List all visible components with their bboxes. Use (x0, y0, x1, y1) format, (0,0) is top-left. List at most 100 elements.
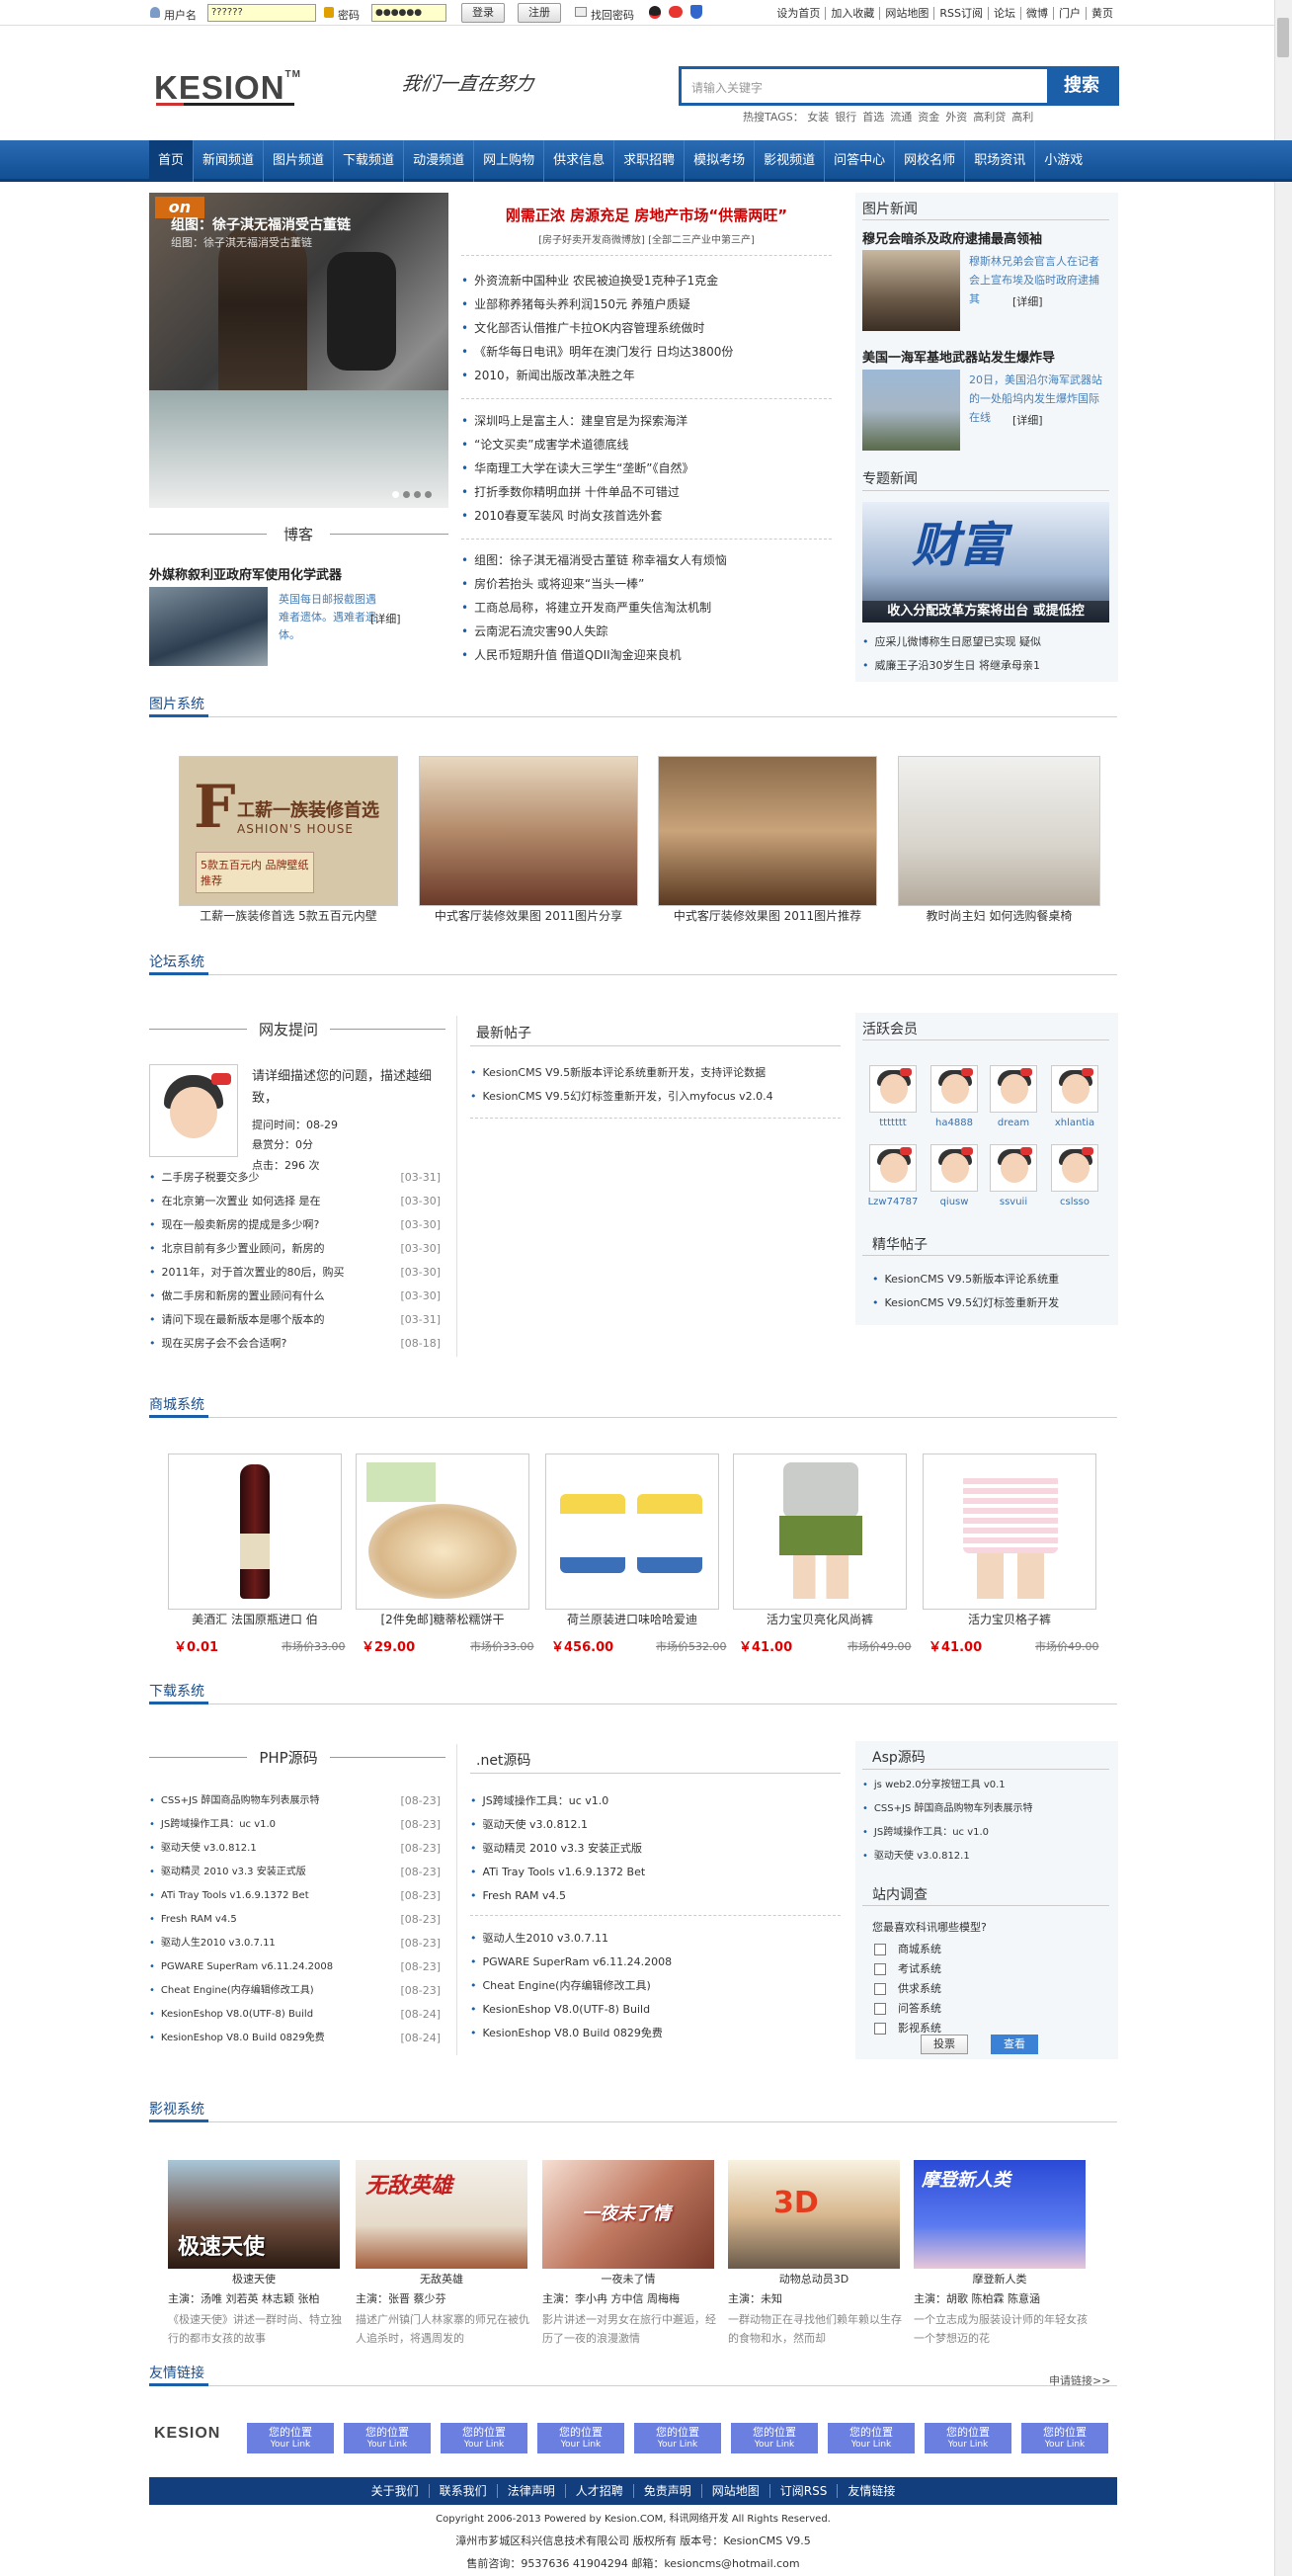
vote-button[interactable]: 投票 (921, 2035, 968, 2054)
nav-item[interactable]: 模拟考场 (685, 140, 756, 182)
friend-link-tile[interactable]: 您的位置 Your Link (441, 2423, 527, 2453)
hot-tag[interactable]: 女装 (807, 111, 829, 124)
member-avatar[interactable] (1051, 1065, 1098, 1113)
friend-link-tile[interactable]: 您的位置 Your Link (828, 2423, 915, 2453)
nav-item-home[interactable]: 首页 (149, 140, 195, 182)
nav-item[interactable]: 下载频道 (334, 140, 405, 182)
friend-link-tile[interactable]: 您的位置 Your Link (1021, 2423, 1108, 2453)
ask-question[interactable]: 请详细描述您的问题，描述越细致， (252, 1066, 444, 1110)
nav-item[interactable]: 影视频道 (755, 140, 826, 182)
nav-item[interactable]: 职场资讯 (965, 140, 1036, 182)
survey-option[interactable]: 问答系统 (874, 2002, 941, 2022)
list-item[interactable]: Fresh RAM v4.5 [08-23] (149, 1908, 441, 1932)
movie-poster[interactable]: 无敌英雄 (356, 2160, 527, 2269)
blog-detail-link[interactable]: [详细] (370, 611, 401, 626)
friend-logo[interactable]: KESION (154, 2425, 220, 2443)
picnews-headline[interactable]: 穆兄会暗杀及政府逮捕最高领袖 (862, 228, 1042, 247)
focus-slideshow[interactable]: on 组图：徐子淇无福消受古董链 组图：徐子淇无福消受古董链 (149, 193, 448, 508)
list-item[interactable]: PGWARE SuperRam v6.11.24.2008 [08-23] (149, 1955, 441, 1979)
nav-item[interactable]: 新闻频道 (194, 140, 265, 182)
product-name[interactable]: 活力宝贝亮化风尚裤 (733, 1611, 907, 1627)
list-item[interactable]: 做二手房和新房的置业顾问有什么 [03-30] (149, 1285, 442, 1308)
friend-link-tile[interactable]: 您的位置 Your Link (925, 2423, 1011, 2453)
nav-item[interactable]: 网校名师 (895, 140, 966, 182)
top-link[interactable]: RSS订阅 (933, 7, 988, 20)
list-item[interactable]: Cheat Engine(内存编辑修改工具) (470, 1974, 841, 1998)
list-item[interactable]: 驱动天使 v3.0.812.1 (862, 1845, 1109, 1869)
member-avatar[interactable] (930, 1065, 978, 1113)
password-input[interactable]: ●●●●●● (371, 4, 446, 22)
pic-thumb[interactable] (898, 756, 1100, 906)
list-item[interactable]: 驱动人生2010 v3.0.7.11 (470, 1927, 841, 1951)
friend-link-tile[interactable]: 您的位置 Your Link (247, 2423, 334, 2453)
member-name[interactable]: qiusw (925, 1197, 984, 1207)
nav-item[interactable]: 小游戏 (1035, 140, 1091, 182)
survey-option[interactable]: 考试系统 (874, 1962, 941, 1982)
list-item[interactable]: KesionEshop V8.0(UTF-8) Build (470, 1998, 841, 2022)
top-link[interactable]: 黄页 (1086, 7, 1118, 20)
list-item[interactable]: 深圳吗上是富主人：建皇官是为探索海洋 (461, 409, 832, 433)
list-item[interactable]: 外资流新中国种业 农民被迫换受1克种子1克金 (461, 269, 832, 292)
login-button[interactable]: 登录 (461, 3, 505, 23)
friend-link-tile[interactable]: 您的位置 Your Link (634, 2423, 721, 2453)
username-input[interactable]: ?????? (207, 4, 316, 22)
member-name[interactable]: dream (984, 1118, 1043, 1128)
nav-item[interactable]: 图片频道 (264, 140, 335, 182)
member-avatar[interactable] (1051, 1144, 1098, 1192)
pic-thumb[interactable]: F 工薪一族装修首选 ASHION'S HOUSE 5款五百元内 品牌壁纸推荐 (179, 756, 398, 906)
list-item[interactable]: KesionCMS V9.5新版本评论系统重新开发，支持评论数据 (470, 1061, 841, 1085)
member-name[interactable]: ha4888 (925, 1118, 984, 1128)
pic-caption[interactable]: 中式客厅装修效果图 2011图片推荐 (658, 907, 877, 924)
register-button[interactable]: 注册 (518, 3, 561, 23)
top-link[interactable]: 门户 (1053, 7, 1086, 20)
footer-link[interactable]: 网站地图 (700, 2484, 769, 2498)
pic-caption[interactable]: 教时尚主妇 如何选购餐桌椅 (898, 907, 1100, 924)
forgot-password-link[interactable]: 找回密码 (591, 7, 634, 23)
list-item[interactable]: KesionCMS V9.5幻灯标签重新开发 (872, 1291, 1109, 1315)
member-avatar[interactable] (930, 1144, 978, 1192)
list-item[interactable]: 工商总局称，将建立开发商严重失信淘汰机制 (461, 596, 832, 620)
movie-title[interactable]: 动物总动员3D (728, 2271, 900, 2286)
top-link[interactable]: 微博 (1020, 7, 1053, 20)
product-name[interactable]: 美酒汇 法国原瓶进口 伯 (168, 1611, 342, 1627)
list-item[interactable]: KesionEshop V8.0 Build 0829免费 (470, 2022, 841, 2045)
member-name[interactable]: xhlantia (1045, 1118, 1104, 1128)
site-logo[interactable]: KESIONTM (154, 69, 301, 107)
member-avatar[interactable] (990, 1065, 1037, 1113)
survey-option[interactable]: 商城系统 (874, 1943, 941, 1962)
list-item[interactable]: 现在一般卖新房的提成是多少啊? [03-30] (149, 1213, 442, 1237)
focus-caption[interactable]: 组图：徐子淇无福消受古董链 (171, 214, 351, 234)
hot-tag[interactable]: 高利贷 (973, 111, 1006, 124)
list-item[interactable]: 2010春夏军装风 时尚女孩首选外套 (461, 504, 832, 528)
list-item[interactable]: PGWARE SuperRam v6.11.24.2008 (470, 1951, 841, 1974)
member-name[interactable]: ttttttt (863, 1118, 923, 1128)
nav-item[interactable]: 问答中心 (825, 140, 896, 182)
list-item[interactable]: KesionCMS V9.5幻灯标签重新开发，引入myfocus v2.0.4 (470, 1085, 841, 1109)
list-item[interactable]: 人民币短期升值 借道QDII淘金迎来良机 (461, 643, 832, 667)
picnews-thumb[interactable] (862, 250, 960, 331)
footer-link[interactable]: 关于我们 (362, 2484, 429, 2498)
list-item[interactable]: 在北京第一次置业 如何选择 是在 [03-30] (149, 1190, 442, 1213)
list-item[interactable]: Cheat Engine(内存编辑修改工具) [08-23] (149, 1979, 441, 2003)
picnews-detail[interactable]: [详细] (1012, 293, 1043, 309)
checkbox[interactable] (874, 2023, 886, 2035)
blog-thumb[interactable] (149, 587, 268, 666)
movie-title[interactable]: 一夜未了情 (542, 2271, 714, 2286)
hot-tag[interactable]: 首选 (862, 111, 884, 124)
list-item[interactable]: 打折季数你精明血拼 十件单品不可错过 (461, 480, 832, 504)
topicnews-banner[interactable]: 财富 收入分配改革方案将出台 或提低控 (862, 502, 1109, 623)
list-item[interactable]: 驱动人生2010 v3.0.7.11 [08-23] (149, 1932, 441, 1955)
movie-poster[interactable]: 3D (728, 2160, 900, 2269)
checkbox[interactable] (874, 1983, 886, 1995)
member-name[interactable]: ssvuii (984, 1197, 1043, 1207)
main-headline[interactable]: 刚需正浓 房源充足 房地产市场“供需两旺” (461, 205, 832, 225)
hot-tag[interactable]: 流通 (890, 111, 912, 124)
list-item[interactable]: 华南理工大学在读大三学生“垄断”《自然》 (461, 457, 832, 480)
movie-title[interactable]: 极速天使 (168, 2271, 340, 2286)
weibo-icon[interactable] (669, 6, 683, 18)
list-item[interactable]: 《新华每日电讯》明年在澳门发行 日均达3800份 (461, 340, 832, 364)
nav-item[interactable]: 供求信息 (544, 140, 615, 182)
slide-dot[interactable] (425, 491, 432, 498)
member-name[interactable]: Lzw74787 (863, 1197, 923, 1207)
apply-link[interactable]: 申请链接>> (1049, 2372, 1110, 2388)
